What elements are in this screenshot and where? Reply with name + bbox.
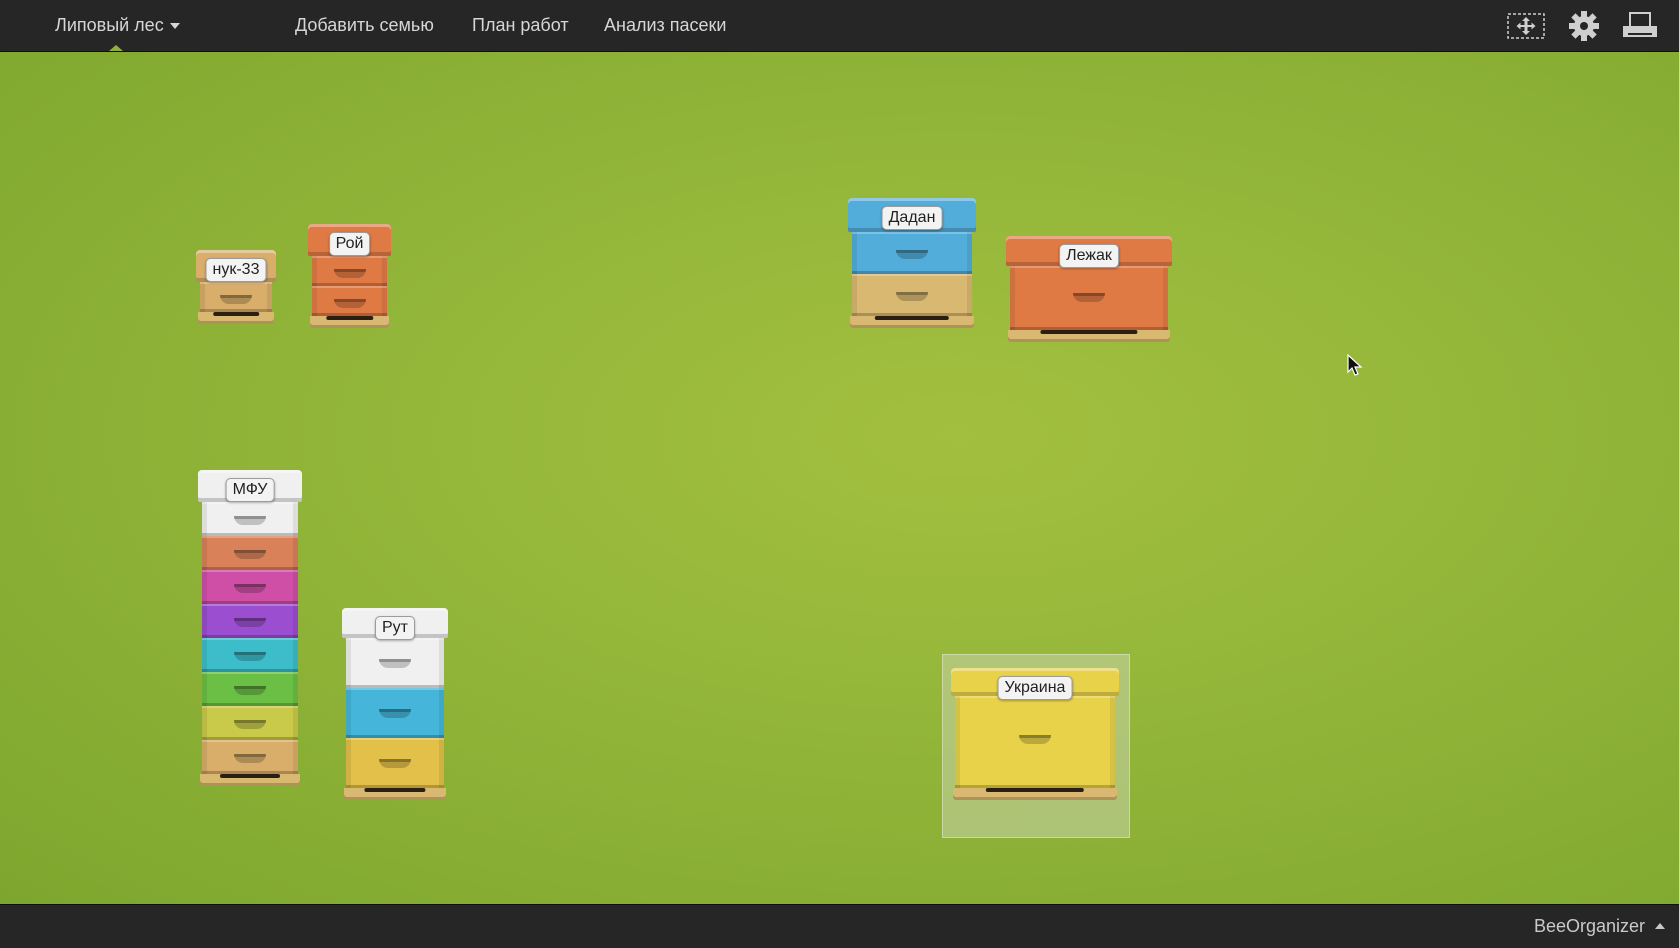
hive-base (850, 316, 974, 328)
box-handle (234, 550, 266, 560)
apiary-analysis-link[interactable]: Анализ пасеки (604, 0, 726, 51)
hive-roof: нук-33 (196, 250, 276, 282)
hive-box (852, 232, 972, 274)
active-pointer-icon (109, 45, 123, 51)
hive-base (310, 316, 389, 328)
hive-box (202, 604, 298, 638)
hive-base (200, 774, 300, 786)
hive-box (202, 672, 298, 706)
hive-roof: МФУ (198, 470, 302, 502)
box-handle (896, 291, 928, 301)
hive-box (202, 706, 298, 740)
box-handle (333, 298, 366, 308)
hive-box (202, 638, 298, 672)
hive-entrance (213, 312, 259, 316)
apiary-field[interactable]: нук-33 Рой Дадан Лежак МФУ Рут Украина (0, 52, 1679, 904)
top-navigation-bar: Липовый лес Добавить семью План работ Ан… (0, 0, 1679, 52)
hive-box (955, 696, 1115, 788)
hive[interactable]: МФУ (198, 470, 302, 786)
hive-roof: Лежак (1006, 236, 1172, 268)
brand-label[interactable]: BeeOrganizer (1534, 905, 1645, 948)
hive[interactable]: Рой (308, 224, 391, 328)
chevron-up-icon[interactable] (1655, 923, 1665, 929)
hive-roof: Рой (308, 224, 391, 256)
hive-base (1008, 330, 1170, 342)
hive-box (1010, 266, 1168, 330)
hive[interactable]: Рут (342, 608, 448, 800)
gear-icon[interactable] (1564, 9, 1604, 43)
hive-box (852, 274, 972, 316)
mouse-cursor-icon (1347, 354, 1363, 376)
hive-box (202, 570, 298, 604)
box-handle (1019, 734, 1051, 744)
bottom-status-bar: BeeOrganizer (0, 904, 1679, 948)
box-handle (896, 249, 928, 259)
hive-label: Рут (375, 616, 415, 640)
box-handle (1073, 292, 1105, 302)
hive[interactable]: Лежак (1006, 236, 1172, 342)
hive-entrance (325, 316, 374, 320)
hive-box (202, 502, 298, 536)
hive-entrance (364, 788, 426, 792)
printer-icon[interactable] (1620, 9, 1660, 43)
hive-box (202, 536, 298, 570)
box-handle (333, 268, 366, 278)
hive-roof: Дадан (848, 198, 976, 232)
hive-label: Лежак (1059, 244, 1119, 268)
hive[interactable]: Украина (951, 668, 1119, 800)
box-handle (234, 516, 266, 526)
hive-entrance (985, 788, 1085, 792)
box-handle (234, 720, 266, 730)
apiary-name: Липовый лес (55, 15, 164, 35)
box-handle (379, 709, 411, 718)
box-handle (379, 659, 411, 668)
work-plan-link[interactable]: План работ (472, 0, 569, 51)
hive-label: Украина (997, 676, 1073, 700)
chevron-down-icon (169, 23, 180, 30)
hive-label: Рой (328, 232, 371, 256)
hive-label: Дадан (881, 206, 943, 230)
hive-base (198, 312, 274, 324)
box-handle (234, 618, 266, 628)
hive-box (346, 738, 444, 788)
hive-label: нук-33 (205, 258, 267, 282)
hive[interactable]: нук-33 (196, 250, 276, 324)
hive-box (346, 688, 444, 738)
hive-box (346, 638, 444, 688)
hive-entrance (220, 774, 280, 778)
hive-box (312, 286, 387, 316)
hive-box (200, 282, 272, 312)
box-handle (379, 759, 411, 768)
select-move-icon[interactable] (1506, 9, 1546, 43)
hive-roof: Украина (951, 668, 1119, 700)
hive-label: МФУ (225, 478, 275, 502)
box-handle (234, 754, 266, 764)
hive-base (344, 788, 446, 800)
box-handle (220, 294, 252, 304)
hive-box (312, 256, 387, 286)
hive-entrance (874, 316, 950, 320)
hive-box (202, 740, 298, 774)
hive[interactable]: Дадан (848, 198, 976, 328)
box-handle (234, 584, 266, 594)
apiary-selector[interactable]: Липовый лес (55, 0, 180, 51)
box-handle (234, 652, 266, 662)
hive-entrance (1040, 330, 1138, 334)
hive-base (953, 788, 1117, 800)
add-family-link[interactable]: Добавить семью (295, 0, 434, 51)
hive-roof: Рут (342, 608, 448, 640)
box-handle (234, 686, 266, 696)
